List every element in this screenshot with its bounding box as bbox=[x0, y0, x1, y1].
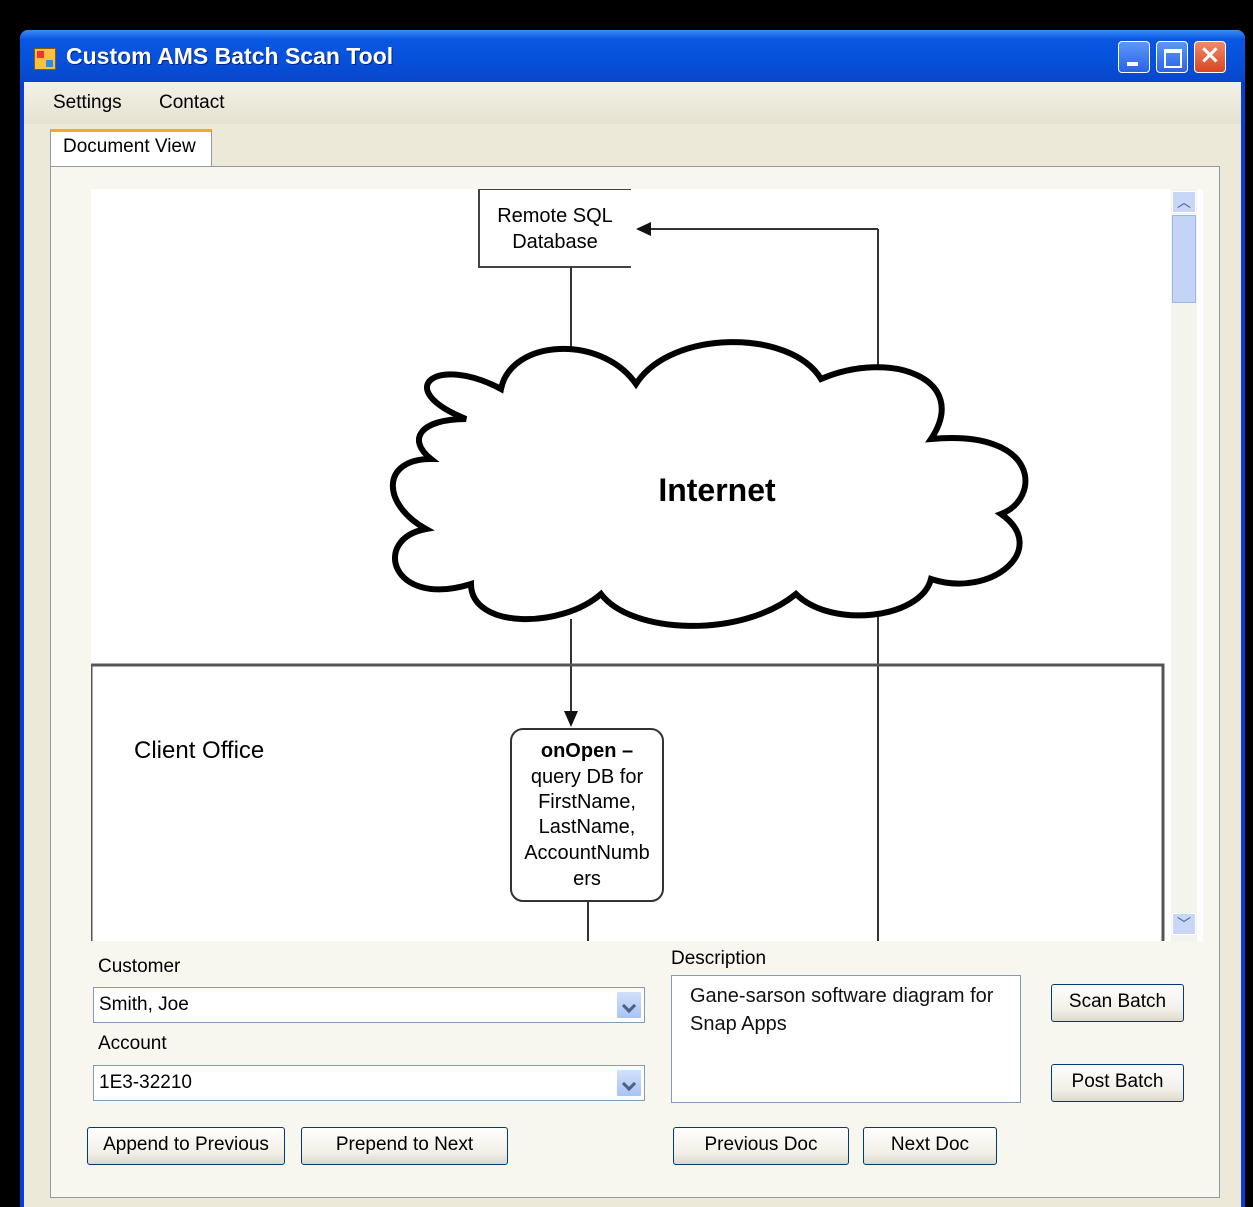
tab-document-view[interactable]: Document View bbox=[50, 129, 212, 167]
menu-contact[interactable]: Contact bbox=[159, 92, 224, 114]
maximize-icon bbox=[1164, 49, 1182, 68]
document-view-panel: Remote SQL Database Internet Client Offi… bbox=[50, 166, 1220, 1198]
document-diagram: Remote SQL Database Internet Client Offi… bbox=[91, 189, 1165, 941]
account-combobox[interactable]: 1E3-32210 bbox=[93, 1065, 645, 1101]
process-line: ers bbox=[573, 868, 601, 890]
process-line: query DB for bbox=[531, 766, 644, 788]
account-label: Account bbox=[98, 1033, 167, 1054]
maximize-button[interactable] bbox=[1156, 41, 1188, 73]
post-batch-button[interactable]: Post Batch bbox=[1051, 1064, 1184, 1102]
prepend-to-next-button[interactable]: Prepend to Next bbox=[301, 1127, 508, 1165]
app-window: Custom AMS Batch Scan Tool × Settings Co… bbox=[20, 30, 1245, 1207]
next-doc-button[interactable]: Next Doc bbox=[863, 1127, 997, 1165]
chevron-down-icon: ﹀ bbox=[1177, 916, 1191, 932]
chevron-up-icon: ︿ bbox=[1177, 194, 1191, 210]
vertical-scrollbar[interactable]: ︿ ﹀ bbox=[1171, 189, 1197, 941]
menu-bar: Settings Contact bbox=[24, 82, 1241, 124]
scroll-up-button[interactable]: ︿ bbox=[1172, 191, 1196, 213]
process-line: LastName, bbox=[539, 816, 636, 838]
chevron-down-icon[interactable] bbox=[616, 991, 642, 1019]
chevron-down-icon[interactable] bbox=[616, 1069, 642, 1097]
remote-db-store bbox=[478, 189, 631, 268]
client-area: Settings Contact Document View Remote SQ… bbox=[24, 82, 1241, 1207]
process-line: FirstName, bbox=[538, 791, 636, 813]
scroll-thumb[interactable] bbox=[1172, 215, 1196, 303]
app-icon bbox=[34, 48, 56, 70]
minimize-button[interactable] bbox=[1118, 41, 1150, 73]
internet-label: Internet bbox=[658, 472, 776, 508]
title-bar[interactable]: Custom AMS Batch Scan Tool × bbox=[20, 30, 1245, 82]
arrowhead-left bbox=[636, 222, 651, 236]
account-value: 1E3-32210 bbox=[99, 1072, 192, 1093]
process-line: AccountNumb bbox=[524, 842, 650, 864]
customer-combobox[interactable]: Smith, Joe bbox=[93, 987, 645, 1023]
menu-settings[interactable]: Settings bbox=[53, 92, 122, 114]
previous-doc-button[interactable]: Previous Doc bbox=[673, 1127, 849, 1165]
remote-db-label-line1: Remote SQL bbox=[497, 205, 613, 227]
process-title: onOpen – bbox=[541, 740, 633, 762]
customer-value: Smith, Joe bbox=[99, 994, 189, 1015]
description-label: Description bbox=[671, 948, 767, 969]
description-textbox[interactable]: Gane-sarson software diagram for Snap Ap… bbox=[671, 975, 1021, 1103]
client-office-label: Client Office bbox=[134, 737, 264, 764]
close-button[interactable]: × bbox=[1194, 40, 1226, 73]
document-viewer[interactable]: Remote SQL Database Internet Client Offi… bbox=[91, 189, 1203, 941]
scroll-down-button[interactable]: ﹀ bbox=[1172, 913, 1196, 935]
scan-batch-button[interactable]: Scan Batch bbox=[1051, 984, 1184, 1022]
window-title: Custom AMS Batch Scan Tool bbox=[66, 43, 394, 69]
close-icon: × bbox=[1199, 40, 1221, 70]
minimize-icon bbox=[1127, 62, 1138, 66]
remote-db-label-line2: Database bbox=[512, 231, 598, 253]
append-to-previous-button[interactable]: Append to Previous bbox=[87, 1127, 285, 1165]
arrowhead-down bbox=[564, 711, 578, 727]
customer-label: Customer bbox=[98, 956, 181, 977]
